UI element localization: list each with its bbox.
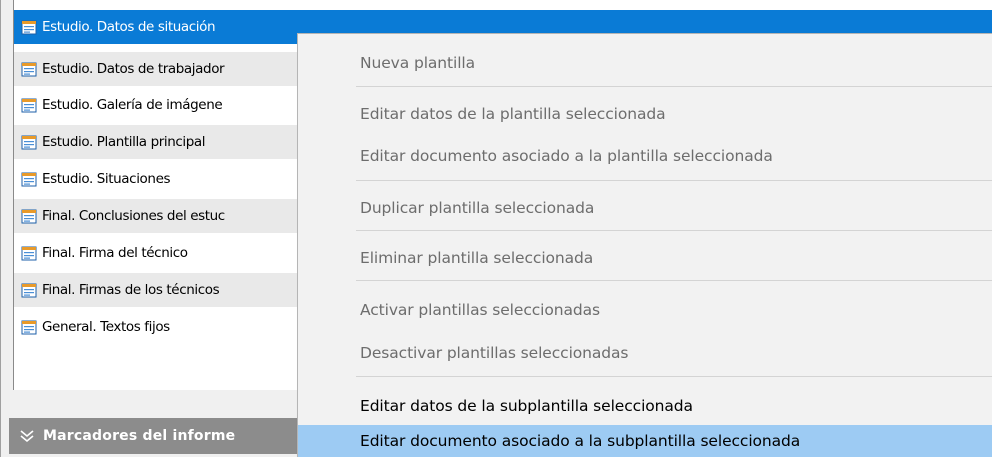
document-icon bbox=[20, 244, 38, 262]
template-label: Estudio. Datos de trabajador bbox=[42, 61, 225, 77]
selected-row-highlight bbox=[300, 10, 992, 33]
document-icon bbox=[20, 133, 38, 151]
template-row-general-textos-fijos[interactable]: General. Textos fijos bbox=[14, 310, 300, 344]
menu-separator bbox=[356, 280, 992, 281]
template-row-final-firmas-de-los-tecnicos[interactable]: Final. Firmas de los técnicos bbox=[14, 273, 300, 307]
document-icon bbox=[20, 60, 38, 78]
template-row-estudio-situaciones[interactable]: Estudio. Situaciones bbox=[14, 162, 300, 196]
template-label: Estudio. Situaciones bbox=[42, 171, 171, 187]
template-label: Final. Firma del técnico bbox=[42, 245, 188, 261]
bookmarks-section-label: Marcadores del informe bbox=[43, 428, 236, 444]
menu-item-desactivar-plantillas[interactable]: Desactivar plantillas seleccionadas bbox=[298, 337, 992, 369]
template-list[interactable]: Estudio. Datos de situación Estudio. Dat… bbox=[13, 0, 300, 390]
document-icon bbox=[20, 96, 38, 114]
menu-separator bbox=[356, 180, 992, 181]
menu-separator bbox=[356, 86, 992, 87]
document-icon bbox=[20, 18, 38, 36]
menu-separator bbox=[356, 230, 992, 231]
menu-item-activar-plantillas[interactable]: Activar plantillas seleccionadas bbox=[298, 294, 992, 326]
menu-item-editar-datos-subplantilla[interactable]: Editar datos de la subplantilla seleccio… bbox=[298, 390, 992, 422]
template-row-estudio-plantilla-principal[interactable]: Estudio. Plantilla principal bbox=[14, 125, 300, 159]
template-label: Final. Conclusiones del estuc bbox=[42, 208, 225, 224]
bookmarks-section-header[interactable]: Marcadores del informe bbox=[9, 418, 300, 454]
template-row-final-conclusiones-del-estudio[interactable]: Final. Conclusiones del estuc bbox=[14, 199, 300, 233]
menu-item-editar-datos-plantilla[interactable]: Editar datos de la plantilla seleccionad… bbox=[298, 98, 992, 130]
menu-item-nueva-plantilla[interactable]: Nueva plantilla bbox=[298, 47, 992, 79]
document-icon bbox=[20, 207, 38, 225]
template-label: Estudio. Plantilla principal bbox=[42, 134, 206, 150]
menu-item-eliminar-plantilla[interactable]: Eliminar plantilla seleccionada bbox=[298, 242, 992, 274]
menu-separator bbox=[356, 376, 992, 377]
template-label: Estudio. Galería de imágene bbox=[42, 97, 223, 113]
template-label: General. Textos fijos bbox=[42, 319, 170, 335]
context-menu: Nueva plantilla Editar datos de la plant… bbox=[297, 33, 992, 457]
template-row-estudio-datos-de-situacion[interactable]: Estudio. Datos de situación bbox=[14, 10, 300, 44]
menu-item-duplicar-plantilla[interactable]: Duplicar plantilla seleccionada bbox=[298, 192, 992, 224]
document-icon bbox=[20, 170, 38, 188]
template-row-final-firma-del-tecnico[interactable]: Final. Firma del técnico bbox=[14, 236, 300, 270]
templates-panel: Estudio. Datos de situación Estudio. Dat… bbox=[0, 0, 300, 457]
application-window: Estudio. Datos de situación Estudio. Dat… bbox=[0, 0, 992, 457]
double-chevron-down-icon bbox=[19, 428, 35, 444]
document-icon bbox=[20, 318, 38, 336]
menu-item-editar-documento-plantilla[interactable]: Editar documento asociado a la plantilla… bbox=[298, 140, 992, 172]
template-label: Estudio. Datos de situación bbox=[42, 19, 216, 35]
template-label: Final. Firmas de los técnicos bbox=[42, 282, 220, 298]
menu-item-editar-documento-subplantilla[interactable]: Editar documento asociado a la subplanti… bbox=[298, 425, 992, 457]
template-row-estudio-galeria-de-imagenes[interactable]: Estudio. Galería de imágene bbox=[14, 88, 300, 122]
template-row-estudio-datos-de-trabajador[interactable]: Estudio. Datos de trabajador bbox=[14, 52, 300, 86]
document-icon bbox=[20, 281, 38, 299]
